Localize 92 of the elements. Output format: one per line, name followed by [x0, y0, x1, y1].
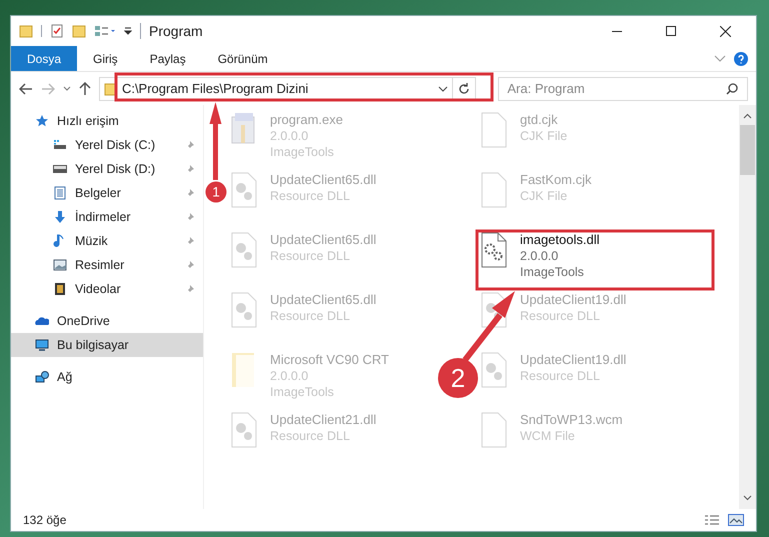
sidebar-label: Ağ — [57, 368, 74, 386]
sidebar-label: Videolar — [75, 280, 122, 298]
file-detail: Resource DLL — [270, 188, 351, 204]
help-icon[interactable] — [734, 52, 748, 66]
file-name: program.exe — [270, 112, 343, 128]
sidebar-label: Hızlı erişim — [57, 112, 120, 130]
maximize-icon — [666, 26, 676, 36]
file-name: UpdateClient65.dll — [270, 292, 376, 308]
back-arrow-icon[interactable] — [19, 82, 33, 94]
sidebar-item[interactable]: Ağ — [11, 365, 203, 389]
file-name: UpdateClient19.dll — [520, 292, 626, 308]
picture-icon — [53, 258, 67, 272]
folder-icon[interactable] — [19, 24, 33, 38]
sidebar-item[interactable]: Yerel Disk (C:) — [11, 133, 203, 157]
network-icon — [35, 370, 49, 384]
sidebar-item[interactable]: Hızlı erişim — [11, 109, 203, 133]
chevron-up-icon[interactable] — [743, 113, 752, 119]
ribbon-tab[interactable]: Görünüm — [202, 46, 284, 71]
close-icon — [720, 26, 730, 36]
sidebar-label: Yerel Disk (D:) — [75, 160, 156, 178]
file-name: SndToWP13.wcm — [520, 412, 623, 428]
system-drive-icon — [53, 138, 67, 152]
file-name: FastKom.cjk — [520, 172, 592, 188]
sidebar-item[interactable]: Müzik — [11, 229, 203, 253]
ribbon-tab[interactable]: Giriş — [77, 46, 134, 71]
search-field[interactable]: Ara: Program — [498, 76, 748, 100]
sidebar-item[interactable]: Videolar — [11, 277, 203, 301]
file-detail: Resource DLL — [520, 368, 601, 384]
window-title: Program — [149, 22, 203, 41]
file-detail: 2.0.0.0 — [520, 248, 560, 264]
sidebar-item[interactable]: OneDrive — [11, 309, 203, 333]
sidebar-item[interactable]: Belgeler — [11, 181, 203, 205]
sidebar-label: OneDrive — [57, 312, 111, 330]
sidebar-label: İndirmeler — [75, 208, 132, 226]
sidebar-label: Müzik — [75, 232, 109, 250]
download-icon — [53, 210, 67, 224]
file-name: Microsoft VC90 CRT — [270, 352, 389, 368]
ribbon-tab[interactable]: Paylaş — [134, 46, 202, 71]
search-icon — [726, 82, 738, 94]
file-detail: ImageTools — [270, 384, 335, 400]
sidebar-item[interactable]: İndirmeler — [11, 205, 203, 229]
file-detail: Resource DLL — [520, 308, 601, 324]
file-detail: ImageTools — [520, 264, 585, 280]
refresh-icon[interactable] — [457, 82, 472, 96]
scrollbar-thumb[interactable] — [740, 125, 755, 175]
address-path: C:\Program Files\Program Dizini — [122, 80, 308, 98]
sidebar-label: Bu bilgisayar — [57, 336, 130, 354]
file-detail: CJK File — [520, 188, 568, 204]
file-name: imagetools.dll — [520, 232, 600, 248]
sidebar-label: Yerel Disk (C:) — [75, 136, 156, 154]
chevron-down-icon[interactable] — [438, 86, 448, 92]
file-detail: Resource DLL — [270, 248, 351, 264]
sidebar-item[interactable]: Resimler — [11, 253, 203, 277]
star-icon — [35, 114, 49, 128]
up-arrow-icon[interactable] — [78, 82, 91, 96]
checklist-icon[interactable] — [50, 24, 64, 38]
sidebar-label: Belgeler — [75, 184, 122, 202]
file-detail: WCM File — [520, 428, 576, 444]
file-name: UpdateClient65.dll — [270, 172, 376, 188]
file-name: gtd.cjk — [520, 112, 559, 128]
video-icon — [53, 282, 67, 296]
ribbon-tab[interactable]: Dosya — [11, 46, 78, 71]
properties-icon[interactable] — [94, 24, 116, 38]
scrollbar[interactable] — [739, 105, 756, 509]
large-icons-view-icon[interactable] — [728, 514, 744, 526]
annotation-arrow — [462, 291, 515, 362]
file-item[interactable]: imagetools.dll 2.0.0.0 ImageTools — [476, 231, 600, 280]
sidebar-item[interactable]: Bu bilgisayar — [11, 333, 203, 357]
sidebar-label: Resimler — [75, 256, 126, 274]
address-bar[interactable]: C:\Program Files\Program Dizini — [98, 76, 476, 100]
file-name: UpdateClient21.dll — [270, 412, 376, 428]
dropdown-icon[interactable] — [124, 26, 132, 36]
file-detail: ImageTools — [270, 144, 335, 160]
drive-icon — [53, 162, 67, 176]
file-detail: Resource DLL — [270, 428, 351, 444]
file-detail: 2.0.0.0 — [270, 368, 310, 384]
file-name: UpdateClient65.dll — [270, 232, 376, 248]
sidebar-item[interactable]: Yerel Disk (D:) — [11, 157, 203, 181]
file-detail: CJK File — [520, 128, 568, 144]
chevron-down-icon[interactable] — [743, 495, 752, 501]
file-name: UpdateClient19.dll — [520, 352, 626, 368]
step-number-marker: 1 — [206, 182, 226, 202]
file-detail: 2.0.0.0 — [270, 128, 310, 144]
file-detail: Resource DLL — [270, 308, 351, 324]
step-number-marker: 2 — [438, 358, 478, 398]
computer-icon — [35, 338, 49, 352]
minimize-icon — [612, 30, 622, 32]
details-view-icon[interactable] — [704, 514, 720, 526]
folder-icon[interactable] — [72, 24, 86, 38]
chevron-down-icon[interactable] — [62, 86, 71, 92]
document-icon — [53, 186, 67, 200]
item-count: 132 öğe — [23, 512, 66, 529]
